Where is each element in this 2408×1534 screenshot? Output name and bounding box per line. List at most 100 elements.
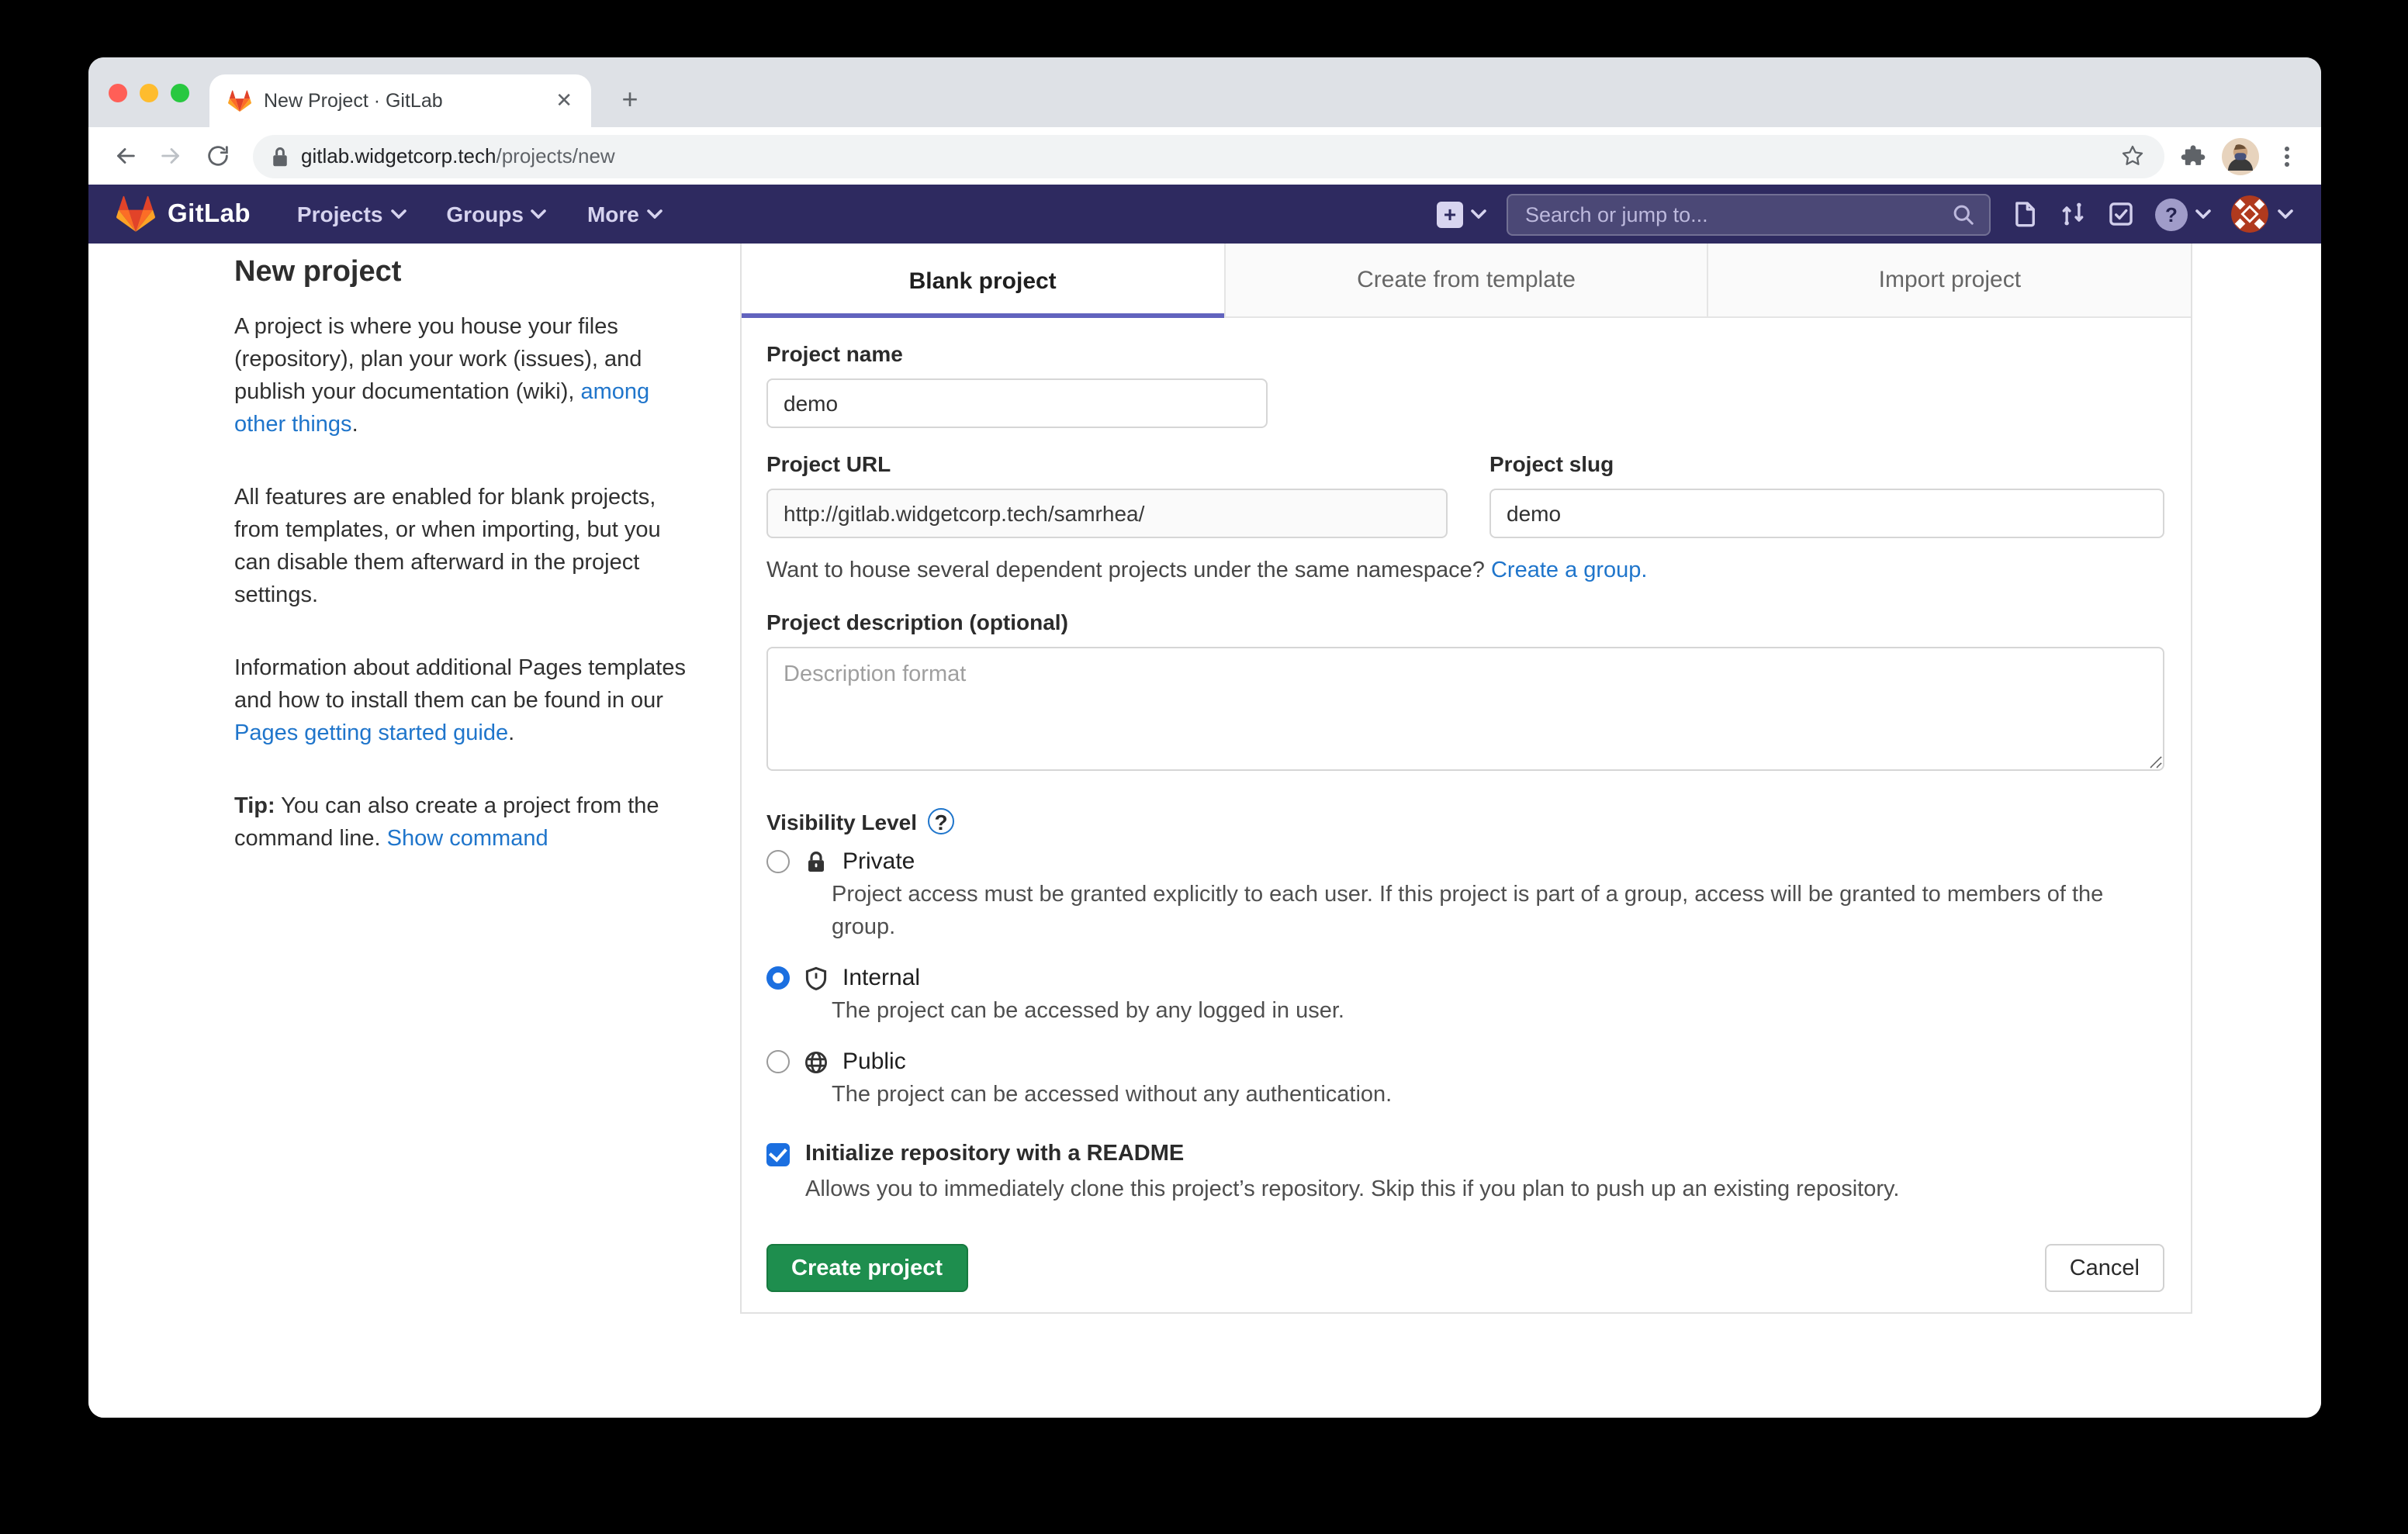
- bookmark-star-icon[interactable]: [2119, 143, 2146, 169]
- reload-button[interactable]: [197, 136, 237, 176]
- sidebar-tip: Tip: You can also create a project from …: [234, 791, 687, 856]
- internal-radio[interactable]: [766, 966, 790, 990]
- sidebar: New project A project is where you house…: [234, 256, 687, 897]
- forward-button[interactable]: [150, 136, 191, 176]
- visibility-help-icon[interactable]: ?: [928, 808, 954, 834]
- url-path: /projects/new: [496, 144, 615, 168]
- readme-label[interactable]: Initialize repository with a README: [805, 1142, 1184, 1166]
- browser-tab[interactable]: New Project · GitLab ✕: [209, 74, 591, 127]
- screenshot-stage: New Project · GitLab ✕ + gitlab.widgetc: [0, 0, 2408, 1534]
- gitlab-favicon-icon: [228, 89, 251, 112]
- search-icon: [1952, 202, 1975, 226]
- back-button[interactable]: [104, 136, 144, 176]
- new-project-panel: Blank project Create from template Impor…: [740, 244, 2192, 1314]
- cancel-button[interactable]: Cancel: [2045, 1244, 2164, 1292]
- back-arrow-icon: [111, 143, 137, 169]
- menu-groups[interactable]: Groups: [446, 202, 547, 226]
- create-a-group-link[interactable]: Create a group.: [1491, 558, 1648, 583]
- readme-checkbox[interactable]: [766, 1142, 790, 1166]
- issues-icon[interactable]: [2011, 200, 2039, 228]
- lock-icon: [804, 849, 829, 874]
- new-project-form: Project name Project URL Project slug Wa…: [742, 341, 2191, 1292]
- url-domain: gitlab.widgetcorp.tech: [301, 144, 496, 168]
- reload-icon: [204, 143, 230, 169]
- zoom-window-button[interactable]: [171, 84, 189, 102]
- lock-icon: [272, 145, 289, 167]
- gitlab-brand[interactable]: GitLab: [116, 195, 251, 233]
- chevron-down-icon[interactable]: [1471, 209, 1486, 219]
- form-actions: Create project Cancel: [766, 1244, 2164, 1292]
- project-name-input[interactable]: [766, 378, 1268, 428]
- forward-arrow-icon: [157, 143, 184, 169]
- browser-menu-icon[interactable]: [2275, 143, 2299, 168]
- tab-create-from-template[interactable]: Create from template: [1223, 244, 1707, 318]
- new-item-plus-icon[interactable]: +: [1437, 201, 1463, 227]
- chevron-down-icon: [390, 209, 406, 219]
- chevron-down-icon[interactable]: [2195, 209, 2211, 219]
- show-command-link[interactable]: Show command: [387, 827, 548, 852]
- chevron-down-icon[interactable]: [2278, 209, 2293, 219]
- global-search[interactable]: [1507, 193, 1991, 235]
- gitlab-menus: Projects Groups More: [297, 202, 663, 226]
- visibility-option-internal: Internal The project can be accessed by …: [766, 965, 2164, 1028]
- globe-icon: [804, 1049, 829, 1074]
- gitlab-navbar: GitLab Projects Groups More +: [88, 185, 2321, 244]
- tab-blank-project[interactable]: Blank project: [742, 244, 1223, 318]
- toolbar-right: [2180, 137, 2306, 174]
- help-icon[interactable]: ?: [2155, 198, 2188, 230]
- project-description-textarea[interactable]: [766, 647, 2164, 771]
- page-title: New project: [234, 256, 687, 290]
- private-radio[interactable]: [766, 850, 790, 873]
- browser-toolbar: gitlab.widgetcorp.tech/projects/new: [88, 127, 2321, 185]
- project-slug-label: Project slug: [1489, 451, 2164, 476]
- public-option-label[interactable]: Public: [842, 1049, 906, 1075]
- gitlab-logo-icon: [116, 195, 155, 233]
- menu-projects[interactable]: Projects: [297, 202, 407, 226]
- public-radio[interactable]: [766, 1050, 790, 1073]
- project-url-input[interactable]: [766, 489, 1448, 538]
- gitlab-navbar-right: +: [1437, 193, 2293, 235]
- new-tab-button[interactable]: +: [610, 79, 650, 119]
- menu-more[interactable]: More: [587, 202, 663, 226]
- visibility-option-private: Private Project access must be granted e…: [766, 848, 2164, 945]
- visibility-level-row: Visibility Level ?: [766, 808, 2164, 834]
- readme-section: Initialize repository with a README Allo…: [766, 1142, 2164, 1207]
- profile-avatar[interactable]: [2222, 137, 2259, 174]
- tab-import-project[interactable]: Import project: [1707, 244, 2191, 318]
- extensions-puzzle-icon[interactable]: [2180, 143, 2206, 169]
- sidebar-paragraph: Information about additional Pages templ…: [234, 653, 687, 751]
- sidebar-paragraph: All features are enabled for blank proje…: [234, 482, 687, 613]
- merge-requests-icon[interactable]: [2059, 200, 2087, 228]
- address-bar[interactable]: gitlab.widgetcorp.tech/projects/new: [253, 134, 2164, 178]
- shield-icon: [804, 966, 829, 990]
- project-slug-input[interactable]: [1489, 489, 2164, 538]
- project-type-tabs: Blank project Create from template Impor…: [742, 244, 2191, 318]
- todos-icon[interactable]: [2107, 200, 2135, 228]
- tab-close-icon[interactable]: ✕: [549, 88, 579, 113]
- chevron-down-icon: [531, 209, 547, 219]
- internal-option-label[interactable]: Internal: [842, 965, 920, 991]
- create-project-button[interactable]: Create project: [766, 1244, 967, 1292]
- browser-window: New Project · GitLab ✕ + gitlab.widgetc: [88, 57, 2321, 1418]
- project-url-label: Project URL: [766, 451, 1448, 476]
- browser-tab-title: New Project · GitLab: [264, 90, 537, 112]
- public-option-description: The project can be accessed without any …: [832, 1080, 2164, 1112]
- url-text: gitlab.widgetcorp.tech/projects/new: [301, 144, 2107, 168]
- close-window-button[interactable]: [109, 84, 127, 102]
- chevron-down-icon: [647, 209, 663, 219]
- search-input[interactable]: [1522, 201, 1943, 227]
- browser-titlebar: New Project · GitLab ✕ +: [88, 57, 2321, 127]
- user-avatar[interactable]: [2231, 195, 2268, 233]
- private-option-label[interactable]: Private: [842, 848, 915, 875]
- private-option-description: Project access must be granted explicitl…: [832, 879, 2164, 945]
- project-description-label: Project description (optional): [766, 610, 2164, 634]
- visibility-option-public: Public The project can be accessed witho…: [766, 1049, 2164, 1112]
- visibility-level-label: Visibility Level: [766, 809, 917, 834]
- tip-label: Tip:: [234, 794, 275, 819]
- pages-guide-link[interactable]: Pages getting started guide: [234, 721, 508, 746]
- namespace-hint: Want to house several dependent projects…: [766, 558, 2164, 583]
- minimize-window-button[interactable]: [140, 84, 158, 102]
- gitlab-brand-name: GitLab: [168, 199, 251, 229]
- readme-description: Allows you to immediately clone this pro…: [805, 1174, 2164, 1207]
- project-name-label: Project name: [766, 341, 2164, 366]
